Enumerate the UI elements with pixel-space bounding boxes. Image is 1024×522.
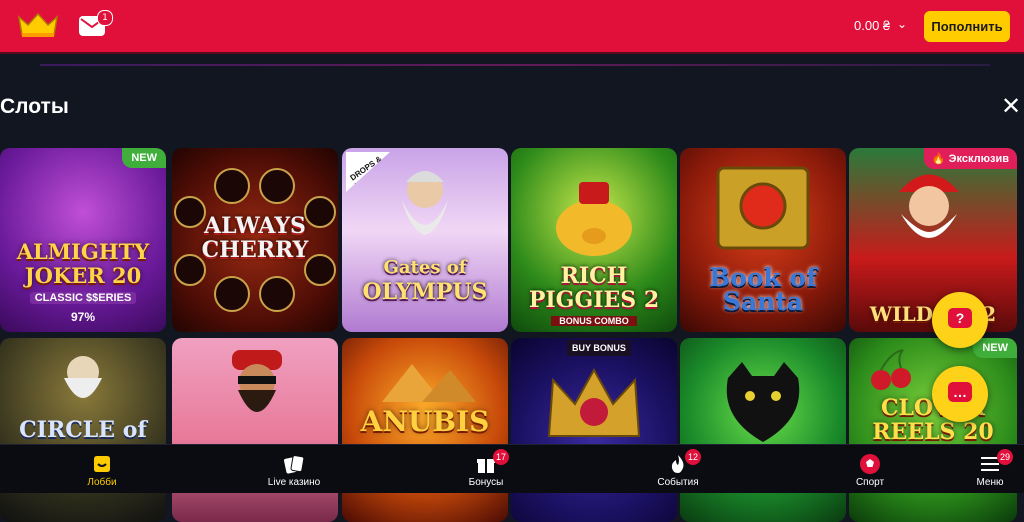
top-bar: 1 0.00 ₴ ⌄ Пополнить xyxy=(0,0,1024,54)
buy-bonus-badge: BUY BONUS xyxy=(567,340,631,356)
game-title: RICH PIGGIES 2 xyxy=(528,263,660,313)
game-title: CIRCLE of xyxy=(19,417,147,443)
nav-badge: 12 xyxy=(685,449,702,465)
nav-label: Live казино xyxy=(267,477,321,488)
game-title: ANUBIS xyxy=(360,405,490,438)
game-tile-gates-of-olympus[interactable]: DROPS & WINS Gates of OLYMPUS xyxy=(342,148,508,332)
nav-sport[interactable]: Спорт xyxy=(810,445,930,493)
question-chat-icon: ? xyxy=(948,308,972,328)
panther-artwork xyxy=(726,362,800,442)
rtp-value: 97% xyxy=(70,310,96,324)
game-tile-always-cherry[interactable]: ALWAYS CHERRY xyxy=(172,148,338,332)
nav-menu[interactable]: 29 Меню xyxy=(930,445,1024,493)
chat-button[interactable]: … xyxy=(932,366,988,422)
game-tile-book-of-santa[interactable]: Book of Santa xyxy=(680,148,846,332)
help-button[interactable]: ? xyxy=(932,292,988,348)
chevron-down-icon[interactable]: ⌄ xyxy=(897,17,907,31)
nav-live-casino[interactable]: Live казино xyxy=(234,445,354,493)
cards-icon xyxy=(284,455,305,474)
game-subtitle: CLASSIC $$ERIES xyxy=(30,292,136,304)
nav-label: Меню xyxy=(976,477,1004,488)
crown-artwork xyxy=(547,367,641,437)
chat-bubble-icon: … xyxy=(948,382,972,402)
nav-badge: 17 xyxy=(493,449,510,465)
game-tile-almighty-joker[interactable]: NEW ALMIGHTY JOKER 20 CLASSIC $$ERIES 97% xyxy=(0,148,166,332)
game-tile-panther[interactable] xyxy=(680,338,846,522)
game-tile-buy-bonus-crown[interactable]: BUY BONUS xyxy=(511,338,677,522)
new-badge: NEW xyxy=(122,148,166,168)
mail-badge: 1 xyxy=(97,10,113,26)
balance-value[interactable]: 0.00 ₴ xyxy=(854,18,890,33)
game-tile-circle-of[interactable]: CIRCLE of xyxy=(0,338,166,522)
game-tile-anubis[interactable]: ANUBIS xyxy=(342,338,508,522)
drops-wins-ribbon: DROPS & WINS xyxy=(346,152,390,192)
nav-events[interactable]: 12 События xyxy=(618,445,738,493)
mail-button[interactable]: 1 xyxy=(79,10,113,36)
game-title: Gates of OLYMPUS xyxy=(362,257,488,305)
ball-icon xyxy=(860,454,880,474)
game-tile-wild-santa[interactable]: 🔥 Эксклюзив WILD S 2 xyxy=(849,148,1017,332)
game-subtitle: BONUS COMBO xyxy=(551,316,637,326)
page-title: Слоты xyxy=(0,95,69,118)
nav-label: Спорт xyxy=(855,477,885,488)
nav-label: Бонусы xyxy=(468,477,504,488)
nav-label: Лобби xyxy=(87,477,117,488)
wizard-artwork xyxy=(64,356,102,398)
nav-bonuses[interactable]: 17 Бонусы xyxy=(426,445,546,493)
game-tile-rich-piggies-2[interactable]: RICH PIGGIES 2 BONUS COMBO xyxy=(511,148,677,332)
divider-gradient xyxy=(40,64,990,66)
bearded-man-artwork xyxy=(232,350,282,412)
crown-logo-icon[interactable] xyxy=(16,11,60,39)
lobby-icon xyxy=(94,456,110,472)
nav-lobby[interactable]: Лобби xyxy=(42,445,162,493)
bottom-nav: Лобби Live казино 17 Бонусы 12 События С… xyxy=(0,444,1024,493)
fruits-artwork xyxy=(174,168,336,312)
cherries-artwork xyxy=(871,349,911,390)
game-title: ALMIGHTY JOKER 20 xyxy=(16,239,150,288)
zeus-artwork xyxy=(402,171,448,235)
game-title: Book of Santa xyxy=(709,263,817,316)
new-badge: NEW xyxy=(973,338,1017,358)
pyramids-artwork xyxy=(382,364,476,402)
nav-badge: 29 xyxy=(997,449,1014,465)
santa-artwork xyxy=(899,174,959,238)
close-icon[interactable]: ✕ xyxy=(1001,94,1021,118)
deposit-button[interactable]: Пополнить xyxy=(924,11,1010,42)
book-artwork xyxy=(716,166,810,250)
game-tile-clover-reels-20[interactable]: NEW CLOVER REELS 20 xyxy=(849,338,1017,522)
nav-label: События xyxy=(657,477,699,488)
piggy-artwork xyxy=(556,182,632,256)
game-tile-gangster[interactable] xyxy=(172,338,338,522)
